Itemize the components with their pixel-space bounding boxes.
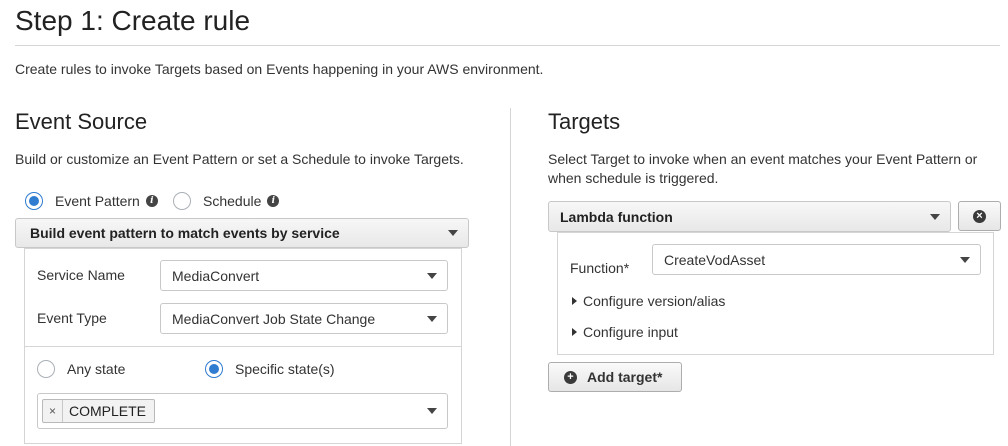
- state-tag-label: COMPLETE: [69, 403, 147, 419]
- close-circle-icon: ×: [973, 209, 986, 223]
- event-source-description: Build or customize an Event Pattern or s…: [15, 151, 464, 167]
- event-pattern-option[interactable]: Event Pattern i: [25, 192, 158, 210]
- pattern-builder-value: Build event pattern to match events by s…: [30, 225, 340, 241]
- any-state-radio[interactable]: [37, 360, 55, 378]
- function-select[interactable]: CreateVodAsset: [652, 244, 981, 275]
- chevron-down-icon: [427, 315, 437, 322]
- chevron-down-icon: [960, 256, 970, 263]
- service-name-select[interactable]: MediaConvert: [160, 260, 448, 291]
- caret-right-icon: [572, 297, 577, 305]
- specific-state-radio[interactable]: [205, 360, 223, 378]
- event-type-value: MediaConvert Job State Change: [172, 310, 376, 327]
- chevron-down-icon: [448, 230, 458, 236]
- pattern-builder-select[interactable]: Build event pattern to match events by s…: [15, 218, 469, 248]
- service-name-value: MediaConvert: [172, 267, 260, 284]
- event-source-title: Event Source: [15, 109, 148, 134]
- configure-version-toggle[interactable]: Configure version/alias: [572, 293, 725, 309]
- function-label: Function*: [570, 260, 630, 276]
- page-description: Create rules to invoke Targets based on …: [15, 61, 544, 77]
- schedule-radio[interactable]: [173, 192, 191, 210]
- add-target-label: Add target*: [587, 369, 663, 385]
- chevron-down-icon: [427, 272, 437, 279]
- configure-input-toggle[interactable]: Configure input: [572, 324, 678, 340]
- caret-right-icon: [572, 328, 577, 336]
- state-tag: × COMPLETE: [42, 399, 156, 423]
- add-target-button[interactable]: + Add target*: [548, 362, 682, 392]
- target-type-select[interactable]: Lambda function: [548, 201, 951, 232]
- title-divider: [15, 45, 1000, 46]
- chevron-down-icon: [427, 408, 437, 414]
- state-multiselect[interactable]: × COMPLETE: [37, 393, 448, 429]
- panel-divider: [25, 346, 461, 347]
- remove-target-button[interactable]: ×: [958, 201, 1001, 231]
- plus-circle-icon: +: [564, 370, 577, 384]
- function-value: CreateVodAsset: [664, 251, 766, 268]
- event-pattern-radio[interactable]: [25, 192, 43, 210]
- chevron-down-icon: [930, 213, 940, 220]
- any-state-label: Any state: [67, 361, 126, 377]
- configure-input-label: Configure input: [583, 324, 678, 340]
- schedule-option[interactable]: Schedule i: [173, 192, 280, 210]
- remove-tag-icon[interactable]: ×: [43, 400, 63, 422]
- specific-state-option[interactable]: Specific state(s): [205, 360, 335, 378]
- column-divider: [510, 108, 511, 446]
- page-title: Step 1: Create rule: [15, 5, 251, 36]
- service-name-label: Service Name: [37, 267, 125, 283]
- targets-title: Targets: [548, 109, 621, 134]
- specific-state-label: Specific state(s): [235, 361, 335, 377]
- event-pattern-label: Event Pattern: [55, 193, 140, 209]
- schedule-label: Schedule: [203, 193, 262, 209]
- info-icon[interactable]: i: [145, 195, 158, 207]
- any-state-option[interactable]: Any state: [37, 360, 125, 378]
- target-type-value: Lambda function: [560, 208, 673, 225]
- configure-version-label: Configure version/alias: [583, 293, 726, 309]
- event-type-label: Event Type: [37, 310, 107, 326]
- event-type-select[interactable]: MediaConvert Job State Change: [160, 303, 448, 334]
- targets-description: Select Target to invoke when an event ma…: [548, 151, 978, 186]
- info-icon[interactable]: i: [267, 195, 280, 207]
